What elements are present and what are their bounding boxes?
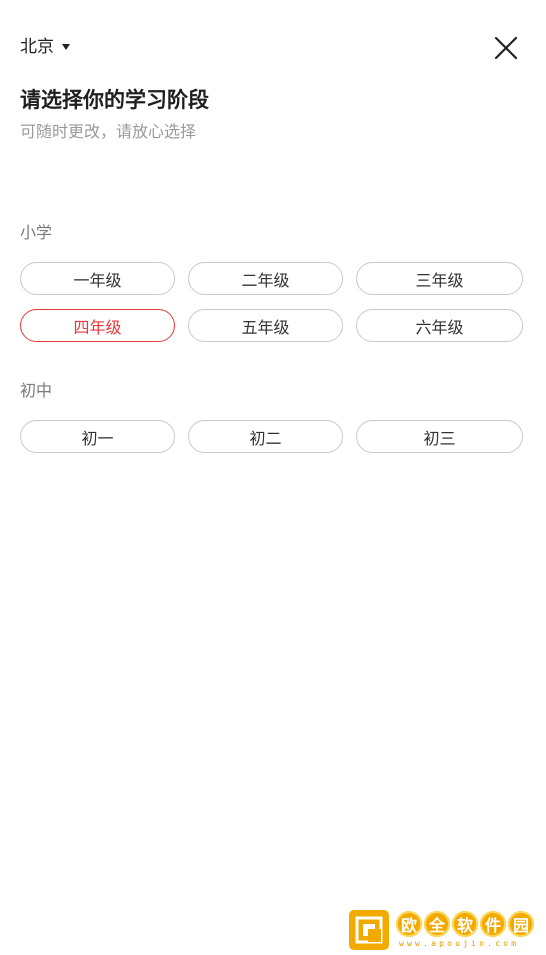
- grade-button-junior-1[interactable]: 初一: [20, 420, 175, 453]
- close-button[interactable]: [494, 36, 518, 60]
- section-label-junior: 初中: [20, 381, 53, 400]
- watermark-text: 欧 全 软 件 园: [396, 911, 536, 937]
- section-label-primary: 小学: [20, 223, 53, 242]
- grade-button-junior-3[interactable]: 初三: [356, 420, 523, 453]
- caret-down-icon: [62, 44, 70, 50]
- watermark-url: www.apoujin.com: [399, 939, 520, 948]
- watermark-char: 件: [480, 911, 506, 937]
- watermark-char: 全: [424, 911, 450, 937]
- page-subtitle: 可随时更改，请放心选择: [20, 122, 197, 141]
- grade-button-junior-2[interactable]: 初二: [188, 420, 343, 453]
- grade-button-3[interactable]: 三年级: [356, 262, 523, 295]
- grade-button-6[interactable]: 六年级: [356, 309, 523, 342]
- watermark: 欧 全 软 件 园 www.apoujin.com: [347, 908, 542, 952]
- grade-button-1[interactable]: 一年级: [20, 262, 175, 295]
- grade-button-2[interactable]: 二年级: [188, 262, 343, 295]
- close-icon: [494, 36, 518, 60]
- watermark-char: 软: [452, 911, 478, 937]
- grade-button-5[interactable]: 五年级: [188, 309, 343, 342]
- grade-button-4-selected[interactable]: 四年级: [20, 309, 175, 342]
- page-title: 请选择你的学习阶段: [20, 88, 209, 112]
- city-selector[interactable]: 北京: [20, 36, 70, 58]
- city-label: 北京: [20, 37, 54, 57]
- watermark-logo-icon: [349, 910, 389, 950]
- watermark-char: 欧: [396, 911, 422, 937]
- watermark-char: 园: [508, 911, 534, 937]
- top-bar: 北京: [20, 36, 526, 60]
